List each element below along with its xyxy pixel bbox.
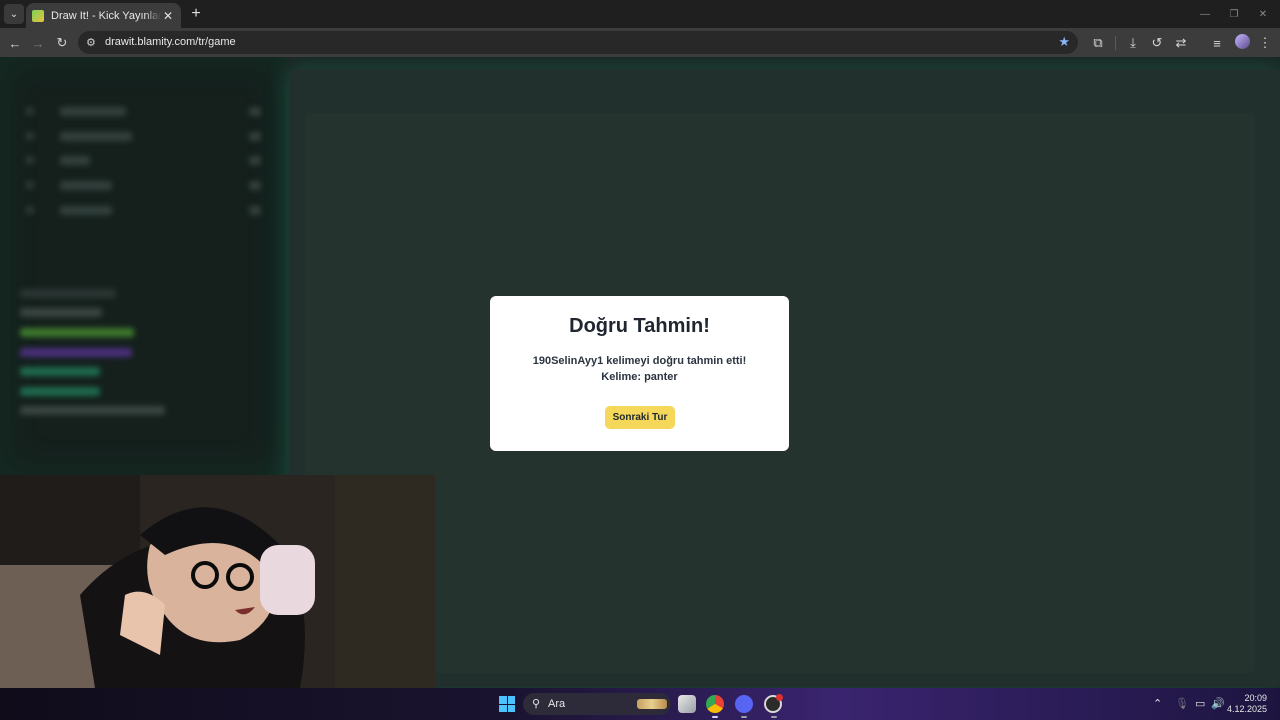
dialog-message: 190SelinAyy1 kelimeyi doğru tahmin etti!…: [532, 355, 747, 383]
chat-line: [20, 367, 100, 376]
favicon-icon: [32, 9, 44, 22]
taskbar-search[interactable]: ⚲ Ara: [523, 693, 671, 715]
browser-toolbar: ← → ↻ ⚙ drawit.blamity.com/tr/game ★ ⧉ ⤓…: [0, 28, 1280, 57]
close-window-button[interactable]: ✕: [1248, 4, 1278, 24]
start-button[interactable]: [499, 696, 515, 712]
players-sidebar: [0, 57, 285, 475]
address-bar[interactable]: ⚙ drawit.blamity.com/tr/game ★: [78, 31, 1078, 54]
playlist-icon: ≡: [1213, 35, 1221, 51]
webcam-image: [0, 475, 435, 688]
url-text[interactable]: drawit.blamity.com/tr/game: [105, 36, 236, 48]
clock-time: 20:09: [1244, 693, 1267, 703]
volume-icon[interactable]: 🔊: [1211, 697, 1225, 710]
tab-search-button[interactable]: ⌄: [4, 4, 24, 24]
clock-date: 4.12.2025: [1226, 704, 1267, 714]
system-clock[interactable]: 20:09 4.12.2025: [1227, 693, 1267, 715]
chat-line: [20, 387, 100, 396]
extensions-button[interactable]: ⧉: [1087, 32, 1109, 54]
translate-button[interactable]: ⇄: [1170, 32, 1192, 54]
chevron-up-icon[interactable]: ⌃: [1153, 697, 1162, 710]
next-round-button[interactable]: Sonraki Tur: [605, 406, 675, 429]
restore-icon: ❐: [1229, 8, 1239, 20]
reload-icon: ↻: [56, 35, 68, 50]
search-icon: ⚲: [532, 698, 541, 710]
profile-avatar[interactable]: [1235, 34, 1250, 49]
history-button[interactable]: ↺: [1146, 32, 1168, 54]
windows-logo-icon: [499, 696, 507, 704]
chrome-menu-button[interactable]: ⋮: [1254, 32, 1276, 54]
player-row: [20, 204, 265, 218]
game-page: Doğru Tahmin! 190SelinAyy1 kelimeyi doğr…: [0, 57, 1280, 688]
network-icon[interactable]: ▭: [1195, 697, 1205, 710]
arrow-right-icon: →: [31, 35, 45, 51]
puzzle-icon: ⧉: [1093, 35, 1103, 50]
translate-icon: ⇄: [1175, 35, 1187, 50]
chat-line: [20, 328, 134, 337]
chat-line: [20, 406, 165, 415]
windows-taskbar: ⚲ Ara ⌃ 🎙 ▭ 🔊 20:09 4.12.2025: [0, 688, 1280, 720]
running-app-indicator: [771, 716, 777, 718]
tab-title: Draw It! - Kick Yayınları İçin Çizim: [51, 9, 161, 22]
webcam-overlay: [0, 475, 435, 688]
player-row: [20, 105, 265, 119]
restore-button[interactable]: ❐: [1219, 4, 1249, 24]
taskbar-discord[interactable]: [735, 695, 753, 713]
dialog-title: Doğru Tahmin!: [569, 315, 710, 337]
minimize-icon: —: [1200, 8, 1210, 20]
screen: ⌄ Draw It! - Kick Yayınları İçin Çizim ✕…: [0, 0, 1280, 720]
taskbar-chrome[interactable]: [706, 695, 724, 713]
download-icon: ⤓: [1130, 35, 1136, 50]
microphone-icon[interactable]: 🎙: [1175, 697, 1189, 710]
taskbar-file-explorer[interactable]: [678, 695, 696, 713]
minimize-button[interactable]: —: [1190, 4, 1220, 24]
running-app-indicator: [741, 716, 747, 718]
search-highlight-image: [637, 699, 667, 709]
chat-line: [20, 348, 132, 357]
history-icon: ↺: [1151, 35, 1163, 50]
search-placeholder: Ara: [548, 698, 566, 710]
downloads-button[interactable]: ⤓: [1122, 32, 1144, 54]
reload-button[interactable]: ↻: [51, 32, 73, 54]
player-row: [20, 154, 265, 168]
bookmark-star-icon[interactable]: ★: [1058, 34, 1070, 50]
chat-line: [20, 308, 102, 317]
close-icon: ✕: [1258, 8, 1268, 20]
forward-button[interactable]: →: [27, 32, 49, 54]
player-row: [20, 130, 265, 144]
toolbar-divider: [1115, 36, 1116, 50]
arrow-left-icon: ←: [8, 35, 22, 51]
correct-guess-dialog: Doğru Tahmin! 190SelinAyy1 kelimeyi doğr…: [490, 296, 789, 451]
browser-tab-active[interactable]: Draw It! - Kick Yayınları İçin Çizim ✕: [26, 3, 181, 28]
new-tab-button[interactable]: +: [186, 4, 206, 24]
back-button[interactable]: ←: [4, 32, 26, 54]
player-row: [20, 179, 265, 193]
close-tab-icon[interactable]: ✕: [161, 9, 175, 23]
active-app-indicator: [712, 716, 718, 718]
notification-badge: [776, 694, 783, 701]
browser-tab-strip: ⌄ Draw It! - Kick Yayınları İçin Çizim ✕…: [0, 0, 1280, 28]
chat-header: [20, 289, 116, 298]
chevron-down-icon: ⌄: [9, 8, 19, 20]
more-vertical-icon: ⋮: [1258, 35, 1272, 50]
media-control-button[interactable]: ≡: [1206, 32, 1228, 54]
site-info-icon[interactable]: ⚙: [86, 36, 96, 49]
